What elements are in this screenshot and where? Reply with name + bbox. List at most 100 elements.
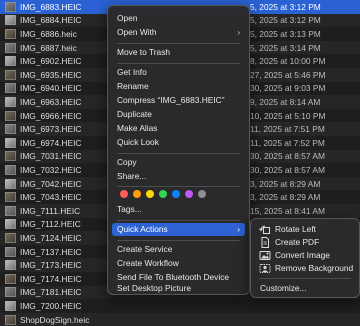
tag-color-dot[interactable] [185,190,193,198]
image-thumbnail-icon [5,287,16,298]
tag-color-dot[interactable] [133,190,141,198]
image-thumbnail-icon [5,83,16,94]
file-row[interactable]: ShopDogSign.heic [0,312,360,326]
menu-separator [117,240,240,241]
image-thumbnail-icon [5,219,16,230]
file-name: IMG_7042.HEIC [20,178,82,189]
file-name: IMG_7200.HEIC [20,300,82,311]
file-name: IMG_7174.HEIC [20,273,82,284]
file-date: 5, 2025 at 3:13 PM [250,28,321,39]
file-date: 11, 2025 at 7:51 PM [250,124,325,135]
image-thumbnail-icon [5,260,16,271]
file-date: 3, 2025 at 8:29 AM [250,178,321,189]
action-customize[interactable]: Customize... [255,282,355,295]
menu-quick-actions[interactable]: Quick Actions › [112,223,245,236]
image-thumbnail-icon [5,137,16,148]
file-date: 30, 2025 at 9:03 PM [250,83,326,94]
file-name: IMG_7137.HEIC [20,246,82,257]
image-thumbnail-icon [5,42,16,53]
chevron-right-icon: › [237,28,240,37]
file-date: 30, 2025 at 8:57 AM [250,164,325,175]
menu-separator [117,43,240,44]
file-row[interactable]: IMG_7200.HEIC [0,299,360,313]
image-thumbnail-icon [5,110,16,121]
file-name: IMG_7181.HEIC [20,287,82,298]
menu-get-info[interactable]: Get Info [112,66,245,79]
menu-move-to-trash[interactable]: Move to Trash [112,46,245,59]
image-thumbnail-icon [5,232,16,243]
image-thumbnail-icon [5,151,16,162]
menu-separator [117,186,240,187]
image-thumbnail-icon [5,28,16,39]
menu-create-workflow[interactable]: Create Workflow [112,257,245,270]
menu-duplicate[interactable]: Duplicate [112,108,245,121]
menu-create-service[interactable]: Create Service [112,243,245,256]
tag-color-dot[interactable] [120,190,128,198]
image-thumbnail-icon [5,96,16,107]
file-name: IMG_6884.HEIC [20,15,82,26]
file-name: IMG_6974.HEIC [20,137,82,148]
chevron-right-icon: › [237,225,240,234]
menu-copy[interactable]: Copy [112,156,245,169]
file-name: IMG_7173.HEIC [20,260,82,271]
file-name: IMG_7112.HEIC [20,219,81,230]
tag-color-dot[interactable] [159,190,167,198]
rotate-left-icon [259,225,270,234]
photo-convert-icon [259,251,271,260]
menu-rename[interactable]: Rename [112,80,245,93]
file-name: IMG_6883.HEIC [20,1,82,12]
file-date: 5, 2025 at 3:12 PM [250,15,321,26]
file-name: IMG_7031.HEIC [20,151,82,162]
image-thumbnail-icon [5,69,16,80]
file-name: IMG_7043.HEIC [20,192,82,203]
action-convert-image[interactable]: Convert Image [255,249,355,262]
menu-separator [259,278,351,279]
action-rotate-left[interactable]: Rotate Left [255,223,355,236]
tag-color-dot[interactable] [198,190,206,198]
file-name: IMG_6935.HEIC [20,69,82,80]
menu-tags[interactable]: Tags... [112,203,245,216]
menu-open[interactable]: Open [112,12,245,25]
tag-color-dot[interactable] [172,190,180,198]
file-name: IMG_6940.HEIC [20,83,82,94]
file-date: 8, 2025 at 10:00 PM [250,56,326,67]
menu-separator [117,63,240,64]
image-thumbnail-icon [5,246,16,257]
image-thumbnail-icon [5,56,16,67]
image-thumbnail-icon [5,314,16,325]
image-thumbnail-icon [5,164,16,175]
image-thumbnail-icon [5,124,16,135]
file-date: 3, 2025 at 8:29 AM [250,192,321,203]
file-date: 5, 2025 at 3:12 PM [250,1,321,12]
file-name: IMG_6886.heic [20,28,77,39]
tag-color-dot[interactable] [146,190,154,198]
file-name: IMG_7032.HEIC [20,164,82,175]
file-name: IMG_7111.HEIC [20,205,81,216]
file-name: IMG_6966.HEIC [20,110,82,121]
file-name: IMG_7124.HEIC [20,232,82,243]
file-name: ShopDogSign.heic [20,314,90,325]
file-date: 9, 2025 at 8:14 AM [250,96,321,107]
menu-quick-look[interactable]: Quick Look [112,136,245,149]
menu-separator [117,220,240,221]
file-name: IMG_6963.HEIC [20,96,82,107]
menu-set-desktop-picture[interactable]: Set Desktop Picture [112,282,245,295]
file-name: IMG_6902.HEIC [20,56,82,67]
action-remove-background[interactable]: Remove Background [255,262,355,275]
file-date: 27, 2025 at 5:46 PM [250,69,326,80]
image-thumbnail-icon [5,205,16,216]
remove-background-icon [259,264,271,273]
file-date: 11, 2025 at 7:52 PM [250,137,325,148]
image-thumbnail-icon [5,1,16,12]
menu-separator [117,153,240,154]
image-thumbnail-icon [5,273,16,284]
menu-open-with[interactable]: Open With › [112,26,245,39]
action-create-pdf[interactable]: Create PDF [255,236,355,249]
menu-make-alias[interactable]: Make Alias [112,122,245,135]
menu-share[interactable]: Share... [112,170,245,183]
file-date: 10, 2025 at 5:10 PM [250,110,326,121]
file-name: IMG_6973.HEIC [20,124,82,135]
menu-compress[interactable]: Compress “IMG_6883.HEIC” [112,94,245,107]
file-date: 15, 2025 at 8:41 AM [250,205,325,216]
file-date: 5, 2025 at 3:14 PM [250,42,321,53]
